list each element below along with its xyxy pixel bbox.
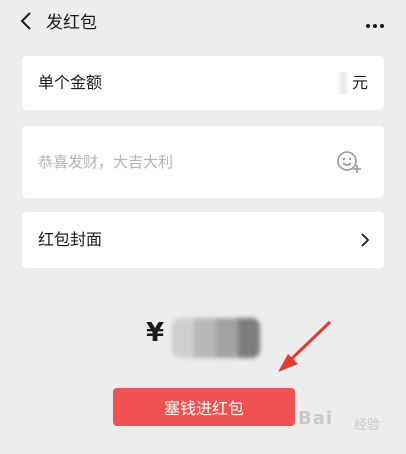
emoji-add-icon[interactable] (336, 150, 362, 174)
chevron-right-icon (358, 229, 372, 251)
watermark-logo: Bai (298, 408, 334, 429)
more-button[interactable] (364, 12, 386, 34)
amount-card: 单个金额 元 (22, 56, 384, 110)
red-arrow-annotation (278, 320, 332, 372)
chevron-left-icon (20, 11, 32, 35)
currency-symbol: ¥ (146, 318, 165, 348)
top-bar: 发红包 (0, 0, 406, 46)
page-title: 发红包 (46, 13, 97, 33)
greeting-input[interactable] (38, 150, 318, 174)
back-button[interactable] (16, 12, 36, 34)
amount-label: 单个金额 (38, 73, 103, 92)
amount-unit: 元 (351, 73, 368, 92)
total-amount: ¥ (146, 314, 266, 358)
message-card (22, 126, 384, 198)
amount-redaction (336, 72, 350, 94)
total-redaction (172, 318, 260, 358)
watermark: Bai 经验 (298, 408, 390, 440)
submit-button[interactable]: 塞钱进红包 (113, 388, 295, 426)
watermark-sub: 经验 (354, 418, 381, 433)
more-dots-icon (365, 14, 385, 33)
cover-card[interactable]: 红包封面 (22, 212, 384, 268)
cover-label: 红包封面 (38, 230, 103, 249)
